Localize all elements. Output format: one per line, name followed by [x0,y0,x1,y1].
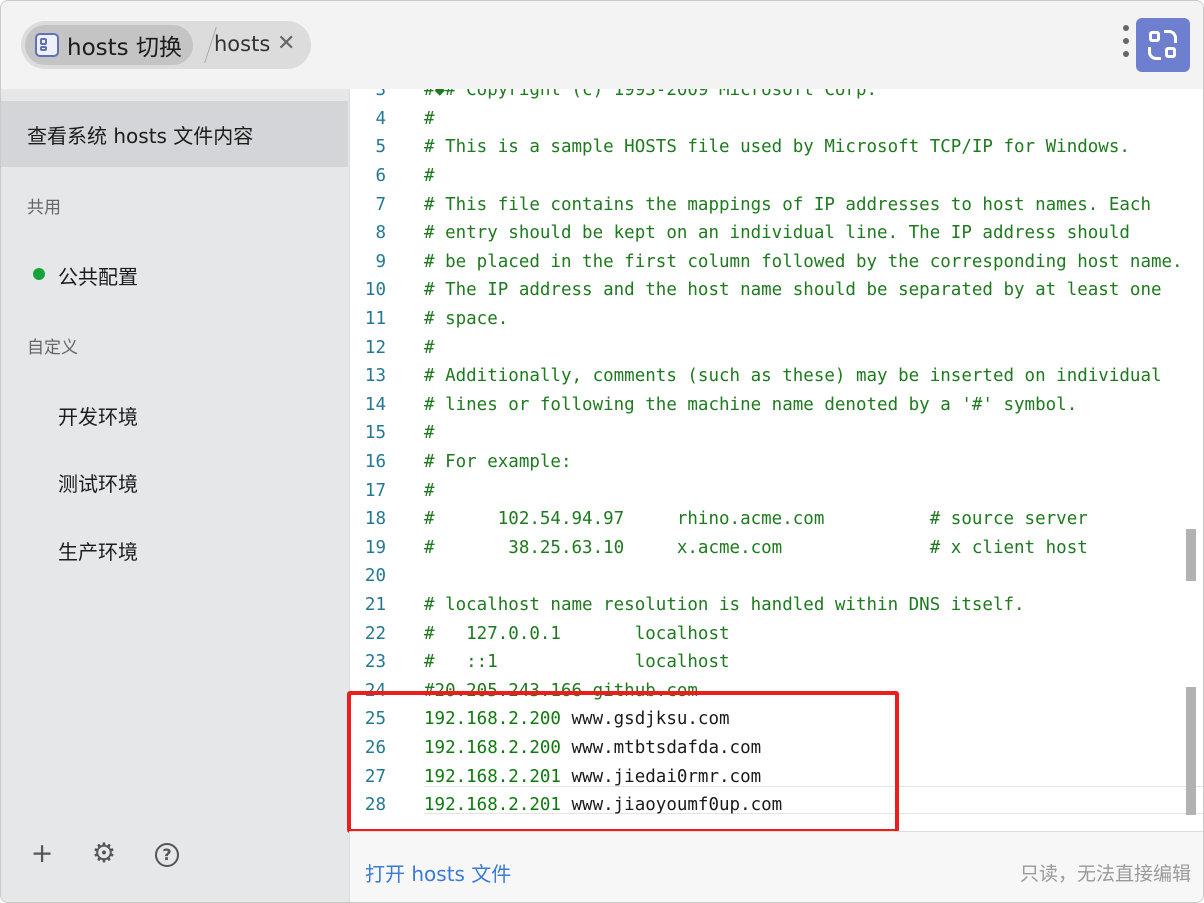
add-icon[interactable]: + [27,839,57,869]
open-hosts-file-link[interactable]: 打开 hosts 文件 [365,858,511,887]
gear-icon[interactable]: ⚙ [89,839,119,869]
code-line[interactable]: 20 [350,562,1203,591]
switch-icon-part [1165,47,1176,58]
line-number: 14 [364,394,386,415]
line-number: 3 [375,89,386,101]
code-line[interactable]: 16 # For example: [350,448,1203,477]
line-text: # For example: [424,452,572,472]
line-text: # [424,108,435,129]
sidebar-item-dev[interactable]: 开发环境 [58,401,138,430]
line-number: 6 [375,166,386,186]
line-text: # Additionally, comments (such as these)… [424,366,1162,387]
app-title: hosts 切换 [67,35,182,61]
switch-icon-arrow [1148,47,1161,60]
section-common-label: 共用 [27,198,61,218]
line-number: 7 [375,194,386,215]
section-custom-label: 自定义 [27,338,78,358]
line-text: # lines or following the machine name de… [424,394,1078,415]
line-text: # space. [424,309,509,329]
code-line[interactable]: 21 # localhost name resolution is handled… [350,591,1203,620]
code-line[interactable]: 12 # [350,334,1203,363]
code-line[interactable]: 5 # This is a sample HOSTS file used by M… [350,133,1203,162]
close-icon[interactable]: ✕ [277,32,295,56]
line-number: 18 [364,509,386,530]
line-text: # This file contains the mappings of IP … [424,194,1151,215]
code-line[interactable]: 4 # [350,105,1203,134]
app-window: hosts 切换 hosts ✕ 查看系统 hosts 文件内容 共用 公共配置… [0,0,1204,903]
line-text: # 127.0.0.1 localhost [424,623,730,644]
code-line[interactable]: 8 # entry should be kept on an individual… [350,219,1203,248]
editor-footer: 打开 hosts 文件 只读，无法直接编辑 [349,831,1203,902]
more-vertical-icon[interactable] [1121,25,1131,65]
sidebar-item-test[interactable]: 测试环境 [58,468,138,497]
sidebar-toolbar: + ⚙ ? [1,839,349,879]
line-text: #◆# Copyright (c) 1993-2009 Microsoft Co… [424,89,878,101]
line-text: # 102.54.94.97 rhino.acme.com # source s… [424,509,1088,530]
line-text: # 38.25.63.10 x.acme.com # x client host [424,537,1088,558]
code-line[interactable]: 14 # lines or following the machine name … [350,391,1203,420]
line-number: 20 [364,566,386,587]
line-number: 10 [364,280,386,301]
code-line[interactable]: 23 # ::1 localhost [350,648,1203,677]
line-number: 21 [364,595,386,615]
code-line[interactable]: 22 # 127.0.0.1 localhost [350,620,1203,649]
line-text: # be placed in the first column followed… [424,251,1183,272]
active-status-dot [33,268,45,280]
line-text: # [424,480,435,501]
line-number: 8 [375,223,386,244]
switch-button[interactable] [1136,18,1190,72]
line-number: 16 [364,452,386,472]
line-text: # [424,337,435,358]
code-line[interactable]: 10 # The IP address and the host name sho… [350,276,1203,305]
sidebar: 查看系统 hosts 文件内容 共用 公共配置 自定义 开发环境 测试环境 生产… [1,89,349,902]
line-number: 15 [364,423,386,444]
line-number: 12 [364,337,386,358]
line-number: 22 [364,623,386,644]
sidebar-item-system-hosts[interactable]: 查看系统 hosts 文件内容 [1,101,348,167]
line-number: 19 [364,537,386,558]
line-text: # localhost name resolution is handled w… [424,595,1025,615]
line-text: # [424,423,435,444]
line-text: # entry should be kept on an individual … [424,223,1130,244]
line-text: # This is a sample HOSTS file used by Mi… [424,137,1130,158]
line-number: 23 [364,652,386,673]
code-line[interactable]: 6 # [350,162,1203,191]
line-number: 9 [375,251,386,272]
code-line[interactable]: 19 # 38.25.63.10 x.acme.com # x client ho… [350,534,1203,563]
code-line[interactable]: 17 # [350,477,1203,506]
code-line[interactable]: 7 # This file contains the mappings of IP… [350,191,1203,220]
code-line[interactable]: 18 # 102.54.94.97 rhino.acme.com # source… [350,505,1203,534]
app-title-tab[interactable]: hosts 切换 [25,25,193,65]
code-line[interactable]: 3 #◆# Copyright (c) 1993-2009 Microsoft C… [350,89,1203,105]
line-text: # The IP address and the host name shoul… [424,280,1162,301]
readonly-notice: 只读，无法直接编辑 [1019,863,1191,885]
sidebar-item-prod[interactable]: 生产环境 [58,536,138,565]
title-bar: hosts 切换 hosts ✕ [1,1,1203,89]
code-line[interactable]: 13 # Additionally, comments (such as thes… [350,362,1203,391]
line-number: 11 [364,309,386,329]
line-number: 13 [364,366,386,387]
switch-icon-arrow [1164,30,1177,43]
line-number: 5 [375,137,386,158]
code-line[interactable]: 9 # be placed in the first column followe… [350,248,1203,277]
annotation-highlight-box [347,691,899,833]
switch-icon [1149,31,1160,42]
breadcrumb-hosts[interactable]: hosts [214,32,270,56]
line-text: # ::1 localhost [424,652,730,673]
line-text: # [424,166,435,186]
line-number: 17 [364,480,386,501]
line-number: 4 [375,108,386,129]
code-line[interactable]: 15 # [350,419,1203,448]
sidebar-item-public-config[interactable]: 公共配置 [58,261,138,290]
help-icon[interactable]: ? [155,843,179,867]
code-line[interactable]: 11 # space. [350,305,1203,334]
app-logo-icon [35,33,59,57]
